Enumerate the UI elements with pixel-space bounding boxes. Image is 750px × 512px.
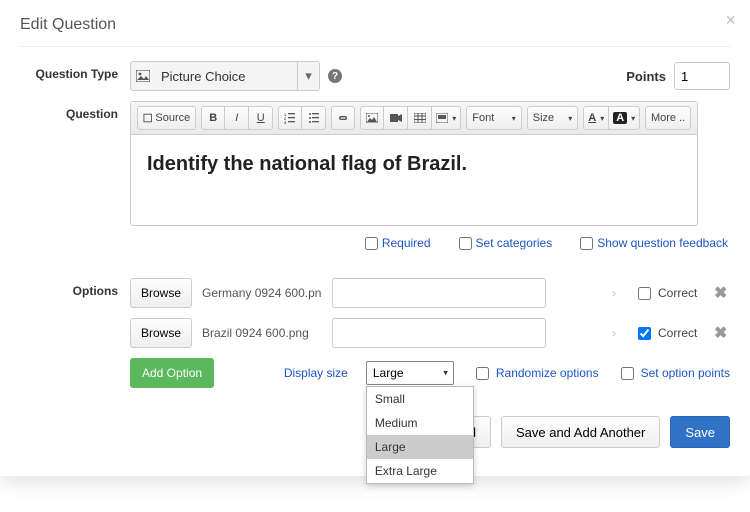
table-button[interactable] (408, 106, 432, 130)
randomize-checkbox[interactable]: Randomize options (472, 364, 599, 383)
label-points: Points (626, 69, 666, 84)
bullet-list-button[interactable] (302, 106, 326, 130)
row-question-type: Question Type Picture Choice ▾ ? Points (20, 61, 730, 91)
display-size-label: Display size (284, 366, 348, 380)
close-icon[interactable]: × (725, 10, 736, 31)
rich-text-editor: Source B I U 123 (130, 101, 698, 226)
display-size-select[interactable] (366, 361, 454, 385)
save-button[interactable]: Save (670, 416, 730, 448)
embed-button[interactable]: ▾ (432, 106, 461, 130)
numbered-list-button[interactable]: 123 (278, 106, 302, 130)
italic-button[interactable]: I (225, 106, 249, 130)
option-label-input[interactable] (332, 278, 546, 308)
points-input[interactable] (674, 62, 730, 90)
row-question: Question Source B I U 123 (20, 101, 730, 268)
info-icon[interactable]: ? (328, 69, 342, 83)
display-size-option-small[interactable]: Small (367, 387, 473, 411)
delete-option-icon[interactable]: ✖ (714, 283, 730, 303)
question-flags: Required Set categories Show question fe… (130, 236, 730, 250)
image-button[interactable] (360, 106, 384, 130)
font-select[interactable]: Font▾ (466, 106, 521, 130)
text-color-button[interactable]: A▾ (583, 106, 609, 130)
question-type-value: Picture Choice (155, 69, 297, 84)
display-size-option-extra-large[interactable]: Extra Large (367, 459, 473, 483)
modal-title: Edit Question (20, 16, 730, 34)
size-select[interactable]: Size▾ (527, 106, 579, 130)
editor-toolbar: Source B I U 123 (131, 102, 697, 135)
option-row: Browse Germany 0924 600.png › Correct ✖ (130, 278, 730, 308)
label-options: Options (20, 278, 130, 298)
svg-text:3: 3 (284, 120, 287, 124)
set-categories-checkbox[interactable]: Set categories (459, 236, 553, 250)
link-button[interactable] (331, 106, 355, 130)
option-filename: Germany 0924 600.png (202, 286, 322, 300)
show-feedback-checkbox[interactable]: Show question feedback (580, 236, 728, 250)
underline-button[interactable]: U (249, 106, 273, 130)
label-question-type: Question Type (20, 61, 130, 81)
more-button[interactable]: More .. (645, 106, 691, 130)
correct-checkbox[interactable]: Correct (634, 324, 704, 343)
add-option-button[interactable]: Add Option (130, 358, 214, 388)
bg-color-button[interactable]: A▾ (609, 106, 640, 130)
display-size-option-medium[interactable]: Medium (367, 411, 473, 435)
question-type-select[interactable]: Picture Choice ▾ (130, 61, 320, 91)
chevron-down-icon: ▾ (297, 62, 319, 90)
display-size-option-large[interactable]: Large (367, 435, 473, 459)
correct-checkbox[interactable]: Correct (634, 284, 704, 303)
browse-button[interactable]: Browse (130, 278, 192, 308)
required-checkbox[interactable]: Required (365, 236, 431, 250)
save-and-add-another-button[interactable]: Save and Add Another (501, 416, 660, 448)
divider (20, 46, 730, 47)
option-row: Browse Brazil 0924 600.png › Correct ✖ (130, 318, 730, 348)
edit-question-modal: × Edit Question Question Type Picture Ch… (0, 0, 750, 476)
option-label-input[interactable] (332, 318, 546, 348)
video-button[interactable] (384, 106, 408, 130)
row-options: Options Browse Germany 0924 600.png › Co… (20, 278, 730, 388)
picture-icon (131, 70, 155, 82)
option-filename: Brazil 0924 600.png (202, 326, 322, 340)
bold-button[interactable]: B (201, 106, 225, 130)
chevron-right-icon: › (612, 326, 616, 340)
chevron-right-icon: › (612, 286, 616, 300)
display-size-dropdown: Small Medium Large Extra Large (366, 386, 474, 484)
delete-option-icon[interactable]: ✖ (714, 323, 730, 343)
label-question: Question (20, 101, 130, 121)
options-footer: Add Option Display size ▾ Small Medium L… (130, 358, 730, 388)
question-text[interactable]: Identify the national flag of Brazil. (131, 135, 697, 225)
source-button[interactable]: Source (137, 106, 196, 130)
set-option-points-checkbox[interactable]: Set option points (617, 364, 730, 383)
browse-button[interactable]: Browse (130, 318, 192, 348)
